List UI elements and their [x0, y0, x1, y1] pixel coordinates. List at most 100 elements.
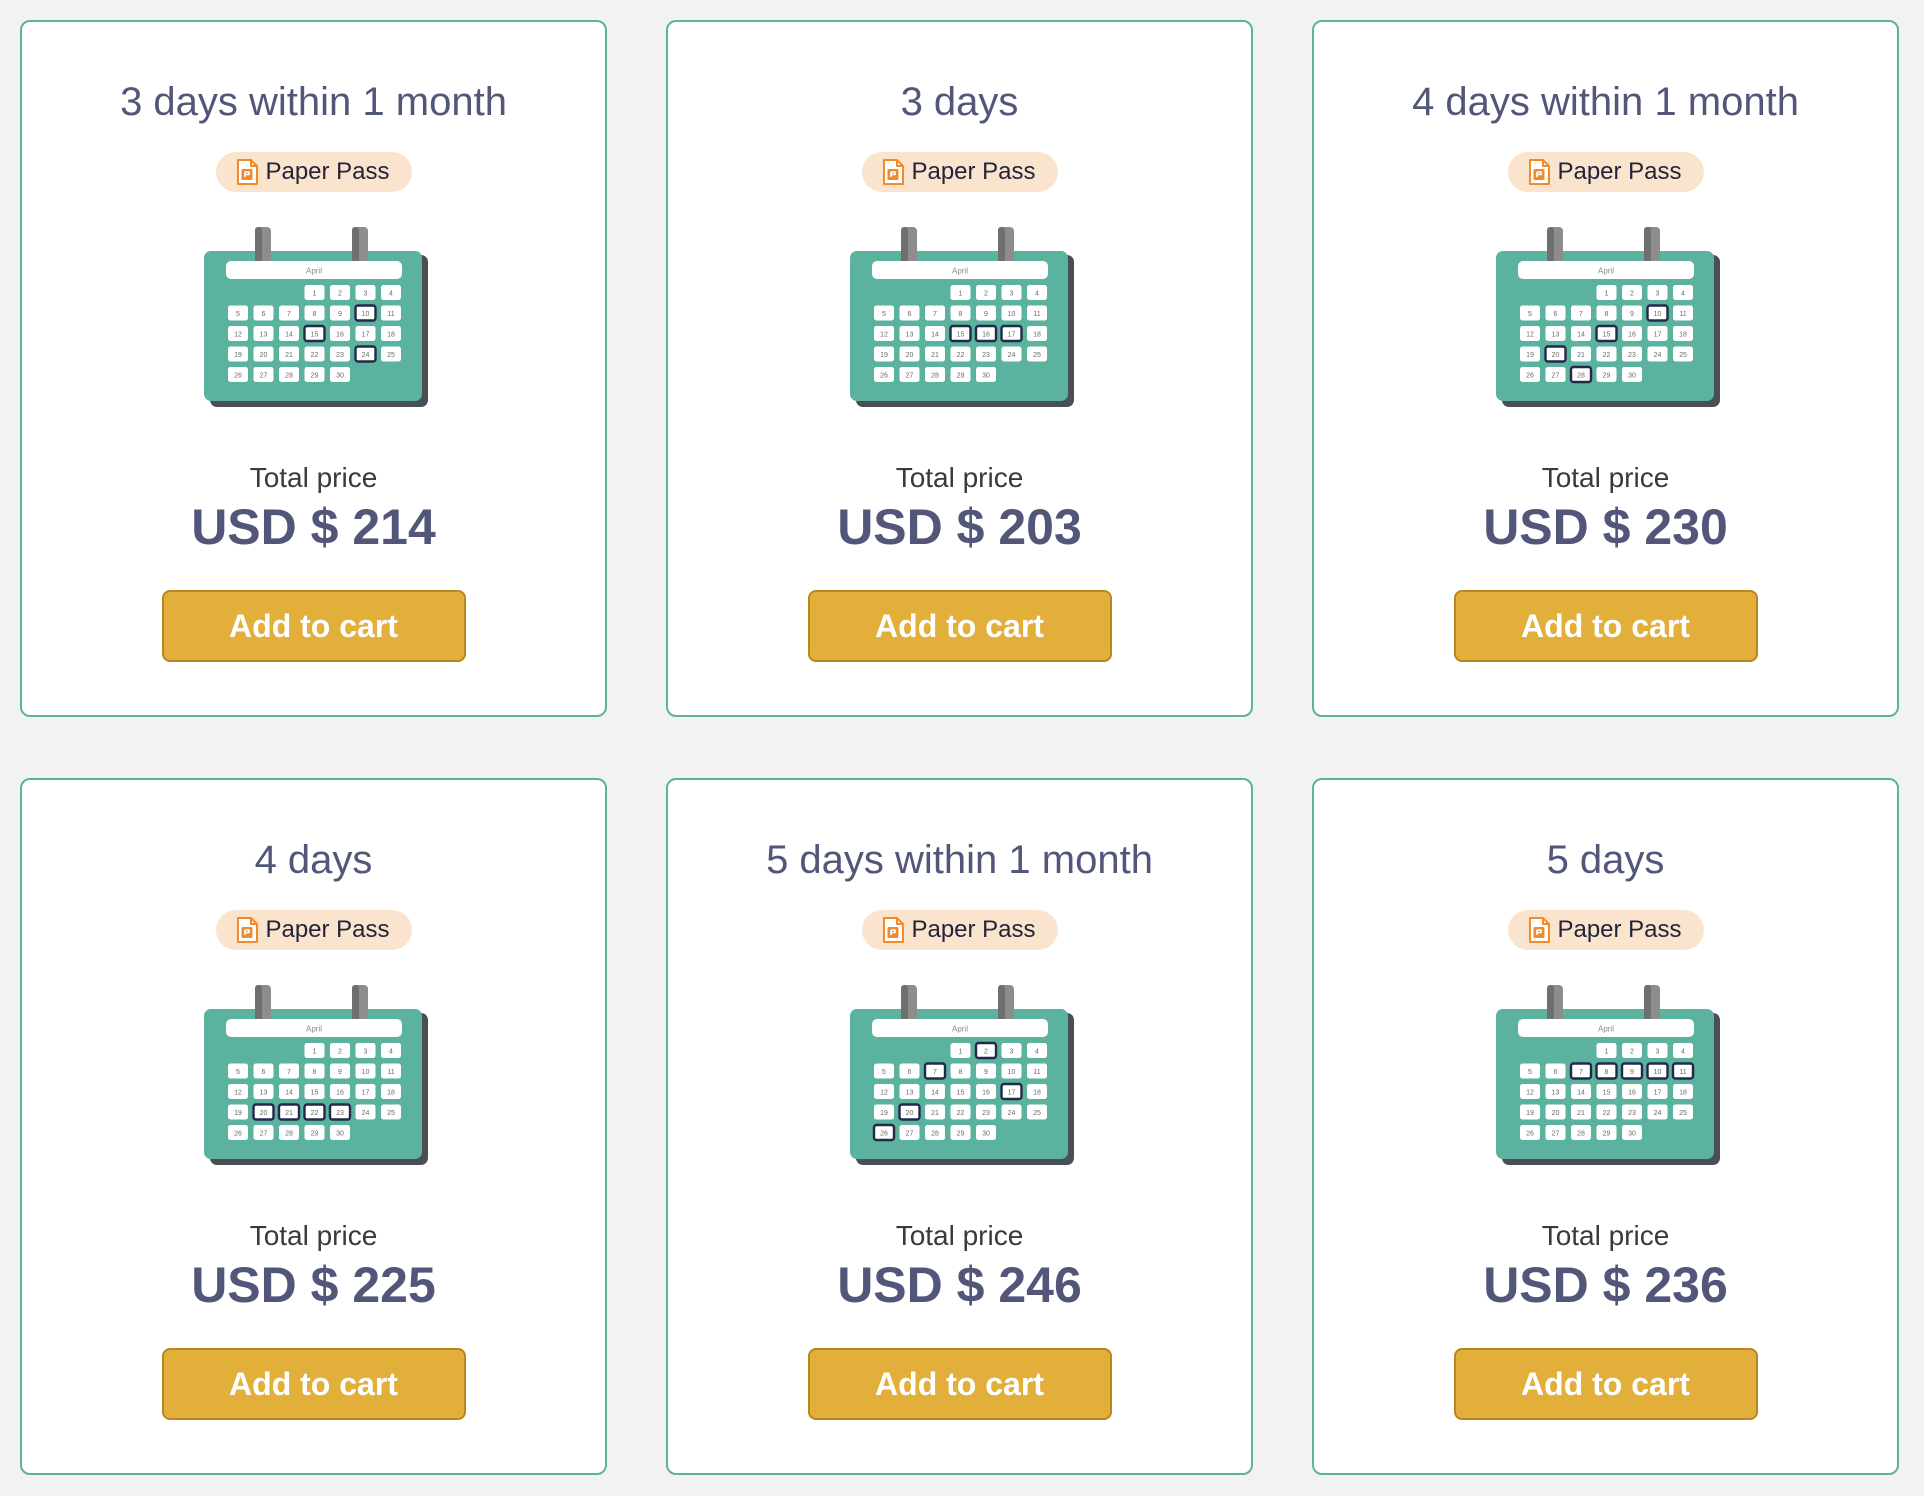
- paper-pass-icon: [882, 917, 904, 943]
- calendar-day-number: 14: [285, 332, 293, 339]
- calendar-day-number: 5: [882, 311, 886, 318]
- calendar-day-number: 2: [984, 1049, 988, 1056]
- calendar-day-number: 24: [361, 352, 369, 359]
- calendar-ring-shade: [1546, 227, 1554, 263]
- calendar-day-number: 17: [1653, 332, 1661, 339]
- calendar-day-number: 30: [982, 373, 990, 380]
- pass-title: 3 days: [900, 80, 1019, 124]
- calendar-day-number: 15: [956, 1090, 964, 1097]
- calendar-day-number: 22: [956, 352, 964, 359]
- calendar-day-number: 10: [361, 1069, 369, 1076]
- pass-card: 4 days Paper Pass April 1 2 3 4 5 6 7 8 9 10 11 12 13…: [20, 778, 607, 1475]
- calendar-day-number: 14: [931, 1090, 939, 1097]
- calendar-day-number: 15: [310, 332, 318, 339]
- paper-pass-icon: [1528, 917, 1550, 943]
- calendar-day-number: 8: [958, 1069, 962, 1076]
- calendar-day-number: 18: [1679, 332, 1687, 339]
- pass-type-badge: Paper Pass: [861, 910, 1058, 950]
- calendar-day-number: 2: [984, 291, 988, 298]
- calendar-day-number: 11: [387, 311, 394, 318]
- pass-card: 4 days within 1 month Paper Pass April 1 2…: [1312, 20, 1899, 717]
- calendar-day-number: 20: [1551, 352, 1559, 359]
- calendar-day-number: 29: [956, 1131, 964, 1138]
- calendar-day-number: 29: [310, 1131, 318, 1138]
- calendar-day-number: 25: [1679, 352, 1687, 359]
- calendar-ring-shade: [900, 985, 908, 1021]
- calendar-day-number: 29: [1602, 1131, 1610, 1138]
- calendar-day-number: 3: [363, 1049, 367, 1056]
- calendar-day-number: 6: [261, 311, 265, 318]
- add-to-cart-button[interactable]: Add to cart: [161, 590, 466, 662]
- calendar-day-number: 12: [234, 332, 242, 339]
- calendar-day-number: 17: [1007, 332, 1015, 339]
- calendar-day-number: 8: [958, 311, 962, 318]
- calendar-illustration: April1 2 3 45 6 7 8 9 10 1112 13 14 15 16 17 1819 20 21 22…: [1495, 985, 1720, 1165]
- calendar-day-number: 26: [1526, 1131, 1534, 1138]
- calendar-day-number: 20: [905, 1110, 913, 1117]
- calendar-day-number: 30: [336, 373, 344, 380]
- calendar-day-number: 3: [1009, 291, 1013, 298]
- calendar-day-number: 6: [1553, 311, 1557, 318]
- calendar-day-number: 27: [1551, 1131, 1559, 1138]
- calendar-day-number: 12: [880, 332, 888, 339]
- calendar-day-number: 28: [1577, 373, 1585, 380]
- calendar-day-number: 25: [1033, 1110, 1041, 1117]
- pass-title: 3 days within 1 month: [120, 80, 507, 124]
- pass-type-badge: Paper Pass: [861, 152, 1058, 192]
- calendar-day-number: 17: [361, 332, 369, 339]
- calendar-day-number: 20: [259, 1110, 267, 1117]
- calendar-day-number: 24: [1007, 1110, 1015, 1117]
- calendar-day-number: 27: [1551, 373, 1559, 380]
- total-price-label: Total price: [895, 462, 1024, 493]
- add-to-cart-button[interactable]: Add to cart: [161, 1348, 466, 1420]
- calendar-day-number: 21: [1577, 1110, 1585, 1117]
- calendar-day-number: 1: [1604, 1049, 1608, 1056]
- calendar-day-number: 25: [387, 1110, 395, 1117]
- calendar-day-number: 21: [285, 352, 293, 359]
- calendar-day-number: 26: [880, 1131, 888, 1138]
- calendar-month-label: April: [951, 1025, 967, 1034]
- calendar-day-number: 14: [285, 1090, 293, 1097]
- calendar-day-number: 9: [984, 1069, 988, 1076]
- calendar-day-number: 28: [931, 373, 939, 380]
- calendar-day-number: 5: [1528, 1069, 1532, 1076]
- calendar-day-number: 16: [1628, 1090, 1636, 1097]
- add-to-cart-button[interactable]: Add to cart: [1453, 1348, 1758, 1420]
- calendar-day-number: 21: [931, 1110, 939, 1117]
- calendar-day-number: 11: [1033, 311, 1040, 318]
- pass-card: 5 days Paper Pass April 1 2 3 4 5 6 7 8 9 10 11 12 13…: [1312, 778, 1899, 1475]
- add-to-cart-button[interactable]: Add to cart: [807, 590, 1112, 662]
- calendar-day-number: 4: [1681, 291, 1685, 298]
- calendar-day-number: 24: [1653, 1110, 1661, 1117]
- calendar-day-number: 7: [287, 311, 291, 318]
- calendar-day-number: 21: [285, 1110, 293, 1117]
- calendar-day-number: 18: [387, 1090, 395, 1097]
- paper-pass-icon: [1528, 159, 1550, 185]
- calendar-day-number: 19: [234, 1110, 242, 1117]
- total-price-label: Total price: [1541, 462, 1670, 493]
- pass-title: 5 days within 1 month: [766, 838, 1153, 882]
- calendar-day-number: 20: [259, 352, 267, 359]
- paper-pass-icon: [236, 159, 258, 185]
- calendar-day-number: 24: [1007, 352, 1015, 359]
- add-to-cart-button[interactable]: Add to cart: [1453, 590, 1758, 662]
- calendar-illustration: April1 2 3 45 6 7 8 9 10 1112 13 14 15 16 17 1819 20 21 22…: [203, 227, 428, 407]
- pass-card: 3 days Paper Pass April 1 2 3 4 5 6 7 8 9 10 11 12 13…: [666, 20, 1253, 717]
- calendar-day-number: 6: [261, 1069, 265, 1076]
- calendar-day-number: 21: [1577, 352, 1585, 359]
- calendar-day-number: 3: [363, 291, 367, 298]
- calendar-day-number: 14: [931, 332, 939, 339]
- calendar-day-number: 10: [1653, 1069, 1661, 1076]
- calendar-day-number: 3: [1655, 1049, 1659, 1056]
- add-to-cart-button[interactable]: Add to cart: [807, 1348, 1112, 1420]
- calendar-day-number: 1: [312, 1049, 316, 1056]
- calendar-day-number: 12: [880, 1090, 888, 1097]
- calendar-day-number: 11: [1679, 311, 1686, 318]
- calendar-day-number: 11: [387, 1069, 394, 1076]
- calendar-day-number: 3: [1655, 291, 1659, 298]
- calendar-day-number: 7: [1579, 311, 1583, 318]
- calendar-day-number: 21: [931, 352, 939, 359]
- calendar-day-number: 22: [1602, 1110, 1610, 1117]
- calendar-day-number: 6: [907, 311, 911, 318]
- calendar-day-number: 28: [1577, 1131, 1585, 1138]
